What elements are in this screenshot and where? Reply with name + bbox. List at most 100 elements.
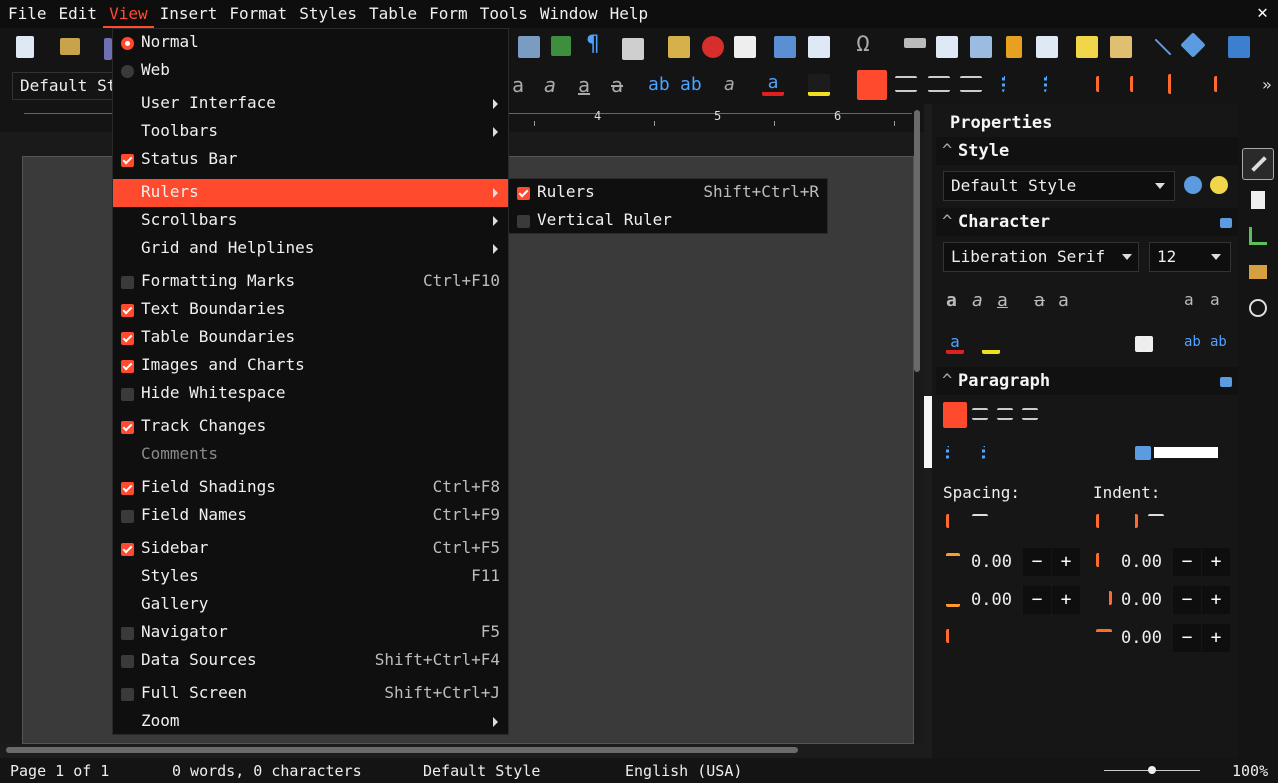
view-menu-item-hide-whitespace[interactable]: Hide Whitespace: [113, 380, 508, 408]
below-spacing-decrease-button[interactable]: −: [1023, 586, 1051, 614]
endnote-icon[interactable]: [970, 36, 992, 58]
rulers-toggle-item[interactable]: Rulers Shift+Ctrl+R: [509, 179, 827, 207]
character-section-header[interactable]: ^ Character: [936, 208, 1238, 236]
special-character-icon[interactable]: Ω: [852, 34, 874, 56]
before-indent-value[interactable]: 0.00: [1121, 552, 1162, 572]
styles-deck-button[interactable]: [1242, 220, 1274, 252]
open-folder-icon[interactable]: [60, 38, 80, 55]
before-indent-increase-button[interactable]: +: [1202, 548, 1230, 576]
align-right-icon[interactable]: [997, 408, 1013, 420]
sidebar-collapse-handle[interactable]: [924, 396, 932, 468]
first-line-indent-value[interactable]: 0.00: [1121, 628, 1162, 648]
zoom-level[interactable]: 100%: [1232, 762, 1268, 780]
view-menu-item-web[interactable]: Web: [113, 57, 508, 85]
view-menu-item-styles[interactable]: Styles F11: [113, 563, 508, 591]
more-options-icon[interactable]: [1220, 377, 1232, 387]
decrease-indent-icon[interactable]: [1122, 514, 1138, 528]
decrease-size-icon[interactable]: a: [1210, 290, 1220, 309]
footnote-icon[interactable]: [936, 36, 958, 58]
horizontal-scrollbar[interactable]: [6, 747, 798, 753]
line-icon[interactable]: [1154, 38, 1172, 56]
above-spacing-value[interactable]: 0.00: [971, 552, 1012, 572]
view-menu-item-field-shadings[interactable]: Field Shadings Ctrl+F8: [113, 474, 508, 502]
word-count[interactable]: 0 words, 0 characters: [172, 762, 362, 780]
bullet-list-icon[interactable]: [946, 446, 962, 460]
update-style-icon[interactable]: [1184, 176, 1202, 194]
underline-icon[interactable]: a: [997, 290, 1008, 311]
align-right-icon[interactable]: [928, 76, 950, 92]
subscript-icon[interactable]: ab: [680, 74, 702, 96]
view-menu-item-scrollbars[interactable]: Scrollbars: [113, 207, 508, 235]
shadow-icon[interactable]: a: [1058, 290, 1069, 311]
bullet-list-icon[interactable]: [1002, 76, 1024, 92]
menu-insert[interactable]: Insert: [154, 0, 224, 28]
view-menu-item-navigator[interactable]: Navigator F5: [113, 619, 508, 647]
highlight-color-icon[interactable]: [808, 74, 830, 96]
navigator-deck-button[interactable]: [1242, 292, 1274, 324]
menu-edit[interactable]: Edit: [53, 0, 104, 28]
menu-tools[interactable]: Tools: [474, 0, 534, 28]
font-color-icon[interactable]: a: [762, 74, 784, 96]
above-spacing-increase-button[interactable]: +: [1052, 548, 1080, 576]
view-menu-item-images-and-charts[interactable]: Images and Charts: [113, 352, 508, 380]
view-menu-item-grid-and-helplines[interactable]: Grid and Helplines: [113, 235, 508, 263]
comment-icon[interactable]: [1076, 36, 1098, 58]
insert-table-icon[interactable]: [622, 38, 644, 60]
below-spacing-value[interactable]: 0.00: [971, 590, 1012, 610]
new-style-icon[interactable]: [1210, 176, 1228, 194]
vertical-scrollbar[interactable]: [914, 110, 920, 372]
track-changes-icon[interactable]: [1110, 36, 1132, 58]
increase-spacing-icon[interactable]: [946, 514, 962, 528]
first-line-decrease-button[interactable]: −: [1173, 624, 1201, 652]
superscript-icon[interactable]: ab: [1184, 334, 1201, 350]
strikethrough-icon[interactable]: a: [1034, 290, 1045, 311]
new-document-icon[interactable]: [16, 36, 34, 58]
character-spacing-icon[interactable]: [1135, 336, 1153, 352]
formatting-marks-icon[interactable]: ¶: [584, 34, 602, 56]
background-color-swatch[interactable]: [1154, 447, 1218, 458]
decrease-indent-icon[interactable]: [1130, 76, 1152, 92]
align-left-icon[interactable]: [857, 70, 887, 100]
style-select[interactable]: Default Style: [943, 171, 1175, 201]
font-color-icon[interactable]: a: [946, 334, 964, 354]
shadow-icon[interactable]: a: [512, 74, 534, 96]
increase-indent-icon[interactable]: [1096, 76, 1118, 92]
justify-icon[interactable]: [960, 76, 982, 92]
after-indent-increase-button[interactable]: +: [1202, 586, 1230, 614]
hyperlink-icon[interactable]: [904, 38, 926, 48]
paragraph-spacing-icon[interactable]: [1214, 76, 1236, 92]
vertical-ruler-toggle-item[interactable]: Vertical Ruler: [509, 207, 827, 235]
view-menu-item-user-interface[interactable]: User Interface: [113, 90, 508, 118]
menu-table[interactable]: Table: [363, 0, 423, 28]
view-menu-item-status-bar[interactable]: Status Bar: [113, 146, 508, 174]
bold-icon[interactable]: a: [946, 290, 957, 311]
menu-help[interactable]: Help: [604, 0, 655, 28]
insert-image-icon[interactable]: [668, 36, 690, 58]
view-menu-item-data-sources[interactable]: Data Sources Shift+Ctrl+F4: [113, 647, 508, 675]
properties-deck-button[interactable]: [1242, 148, 1274, 180]
view-menu-item-field-names[interactable]: Field Names Ctrl+F9: [113, 502, 508, 530]
below-spacing-increase-button[interactable]: +: [1052, 586, 1080, 614]
view-menu-item-text-boundaries[interactable]: Text Boundaries: [113, 296, 508, 324]
view-menu-item-formatting-marks[interactable]: Formatting Marks Ctrl+F10: [113, 268, 508, 296]
paragraph-section-header[interactable]: ^ Paragraph: [936, 367, 1238, 395]
increase-indent-icon[interactable]: [1096, 514, 1112, 528]
close-document-icon[interactable]: ✕: [1257, 2, 1268, 23]
menu-format[interactable]: Format: [223, 0, 293, 28]
cross-reference-icon[interactable]: [1036, 36, 1058, 58]
strikethrough-icon[interactable]: a: [611, 74, 633, 96]
highlight-color-icon[interactable]: [982, 334, 1000, 354]
subscript-icon[interactable]: ab: [1210, 334, 1227, 350]
align-center-icon[interactable]: [972, 408, 988, 420]
style-section-header[interactable]: ^ Style: [936, 137, 1238, 165]
align-left-icon[interactable]: [943, 402, 967, 428]
page-deck-button[interactable]: [1242, 184, 1274, 216]
italic-icon[interactable]: a: [972, 290, 983, 311]
page-break-icon[interactable]: [774, 36, 796, 58]
line-spacing-icon[interactable]: [946, 629, 962, 643]
view-menu-item-toolbars[interactable]: Toolbars: [113, 118, 508, 146]
menu-form[interactable]: Form: [423, 0, 474, 28]
view-menu-item-table-boundaries[interactable]: Table Boundaries: [113, 324, 508, 352]
view-menu-item-full-screen[interactable]: Full Screen Shift+Ctrl+J: [113, 680, 508, 708]
increase-size-icon[interactable]: a: [1184, 290, 1194, 309]
